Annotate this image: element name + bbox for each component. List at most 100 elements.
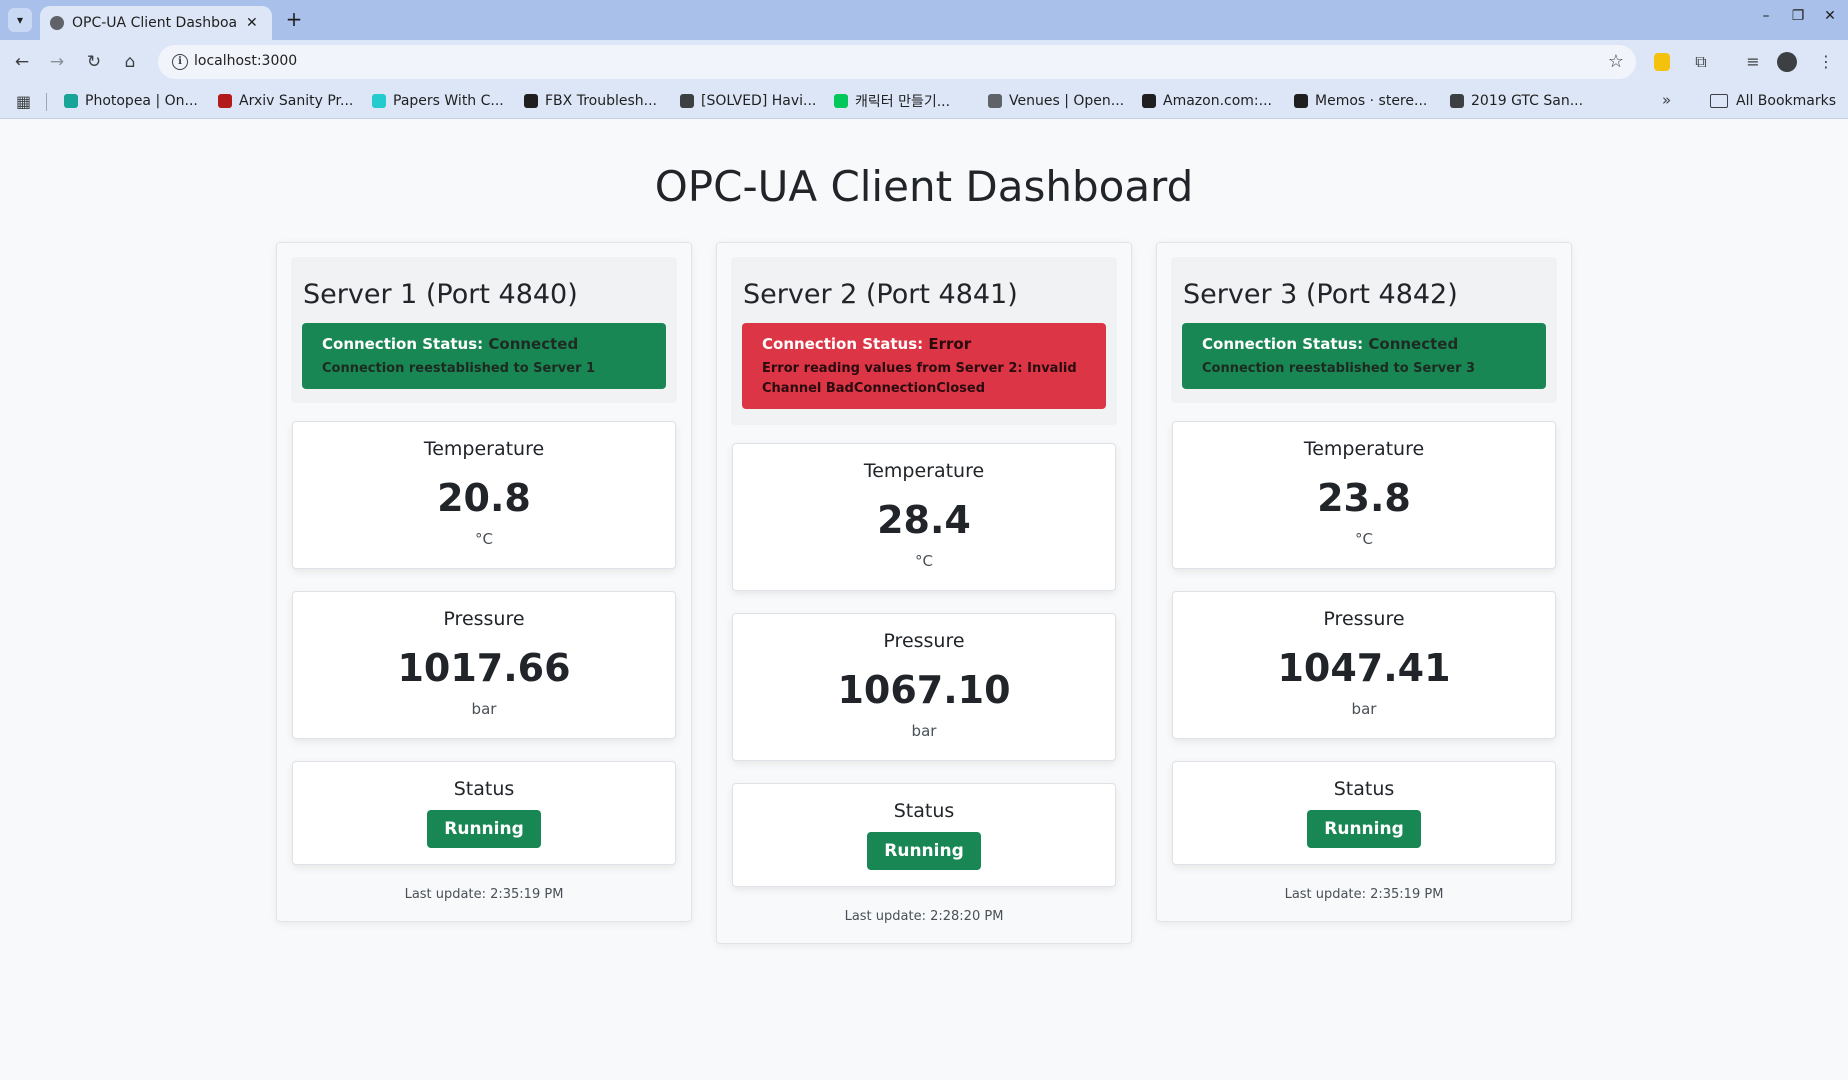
minimize-icon[interactable]: – xyxy=(1754,8,1778,24)
browser-tab[interactable]: OPC-UA Client Dashboard ✕ xyxy=(40,6,272,40)
autodesk-icon xyxy=(524,94,538,108)
status-badge: Running xyxy=(867,832,981,870)
bookmark-label: Photopea | On... xyxy=(85,93,198,109)
temperature-value: 28.4 xyxy=(877,498,971,542)
bookmark-label: 캐릭터 만들기... xyxy=(855,94,951,110)
bookmark-label: [SOLVED] Havi... xyxy=(701,93,817,109)
new-tab-button[interactable]: + xyxy=(282,8,306,32)
temperature-value: 23.8 xyxy=(1317,476,1411,520)
extension-icon[interactable] xyxy=(1654,53,1670,71)
bookmark-item[interactable]: Photopea | On... xyxy=(64,90,198,112)
server-panel-3: Server 3 (Port 4842) Connection Status: … xyxy=(1156,242,1572,922)
page-title: OPC-UA Client Dashboard xyxy=(654,162,1194,211)
profile-avatar[interactable] xyxy=(1777,52,1797,72)
server-header: Server 2 (Port 4841) Connection Status: … xyxy=(731,257,1117,425)
connection-alert: Connection Status: Error Error reading v… xyxy=(742,323,1106,409)
last-update: Last update: 2:35:19 PM xyxy=(1284,887,1444,902)
menu-icon[interactable]: ⋮ xyxy=(1815,51,1837,73)
bookmark-star-icon[interactable]: ☆ xyxy=(1608,51,1624,72)
bookmark-item[interactable]: Amazon.com:... xyxy=(1142,90,1272,112)
server-title: Server 2 (Port 4841) xyxy=(743,279,1018,310)
server-title: Server 3 (Port 4842) xyxy=(1183,279,1458,310)
bookmark-item[interactable]: Memos · stere... xyxy=(1294,90,1427,112)
bookmarks-divider xyxy=(46,93,47,111)
photopea-icon xyxy=(64,94,78,108)
status-label: Status xyxy=(1333,778,1395,800)
close-window-icon[interactable]: ✕ xyxy=(1818,8,1842,24)
temperature-value: 20.8 xyxy=(437,476,531,520)
status-label: Status xyxy=(893,800,955,822)
browser-titlebar: ▾ OPC-UA Client Dashboard ✕ + – ❐ ✕ xyxy=(0,0,1848,40)
bookmark-item[interactable]: 2019 GTC San... xyxy=(1450,90,1583,112)
amazon-icon xyxy=(1142,94,1156,108)
site-info-icon[interactable]: i xyxy=(172,54,188,70)
last-update: Last update: 2:28:20 PM xyxy=(844,909,1004,924)
bookmark-item[interactable]: Arxiv Sanity Pr... xyxy=(218,90,353,112)
bookmark-item[interactable]: [SOLVED] Havi... xyxy=(680,90,816,112)
bookmark-item[interactable]: 캐릭터 만들기... xyxy=(834,90,950,112)
bookmark-item[interactable]: Venues | Open... xyxy=(988,90,1124,112)
folder-icon xyxy=(1710,94,1728,108)
server-header: Server 3 (Port 4842) Connection Status: … xyxy=(1171,257,1557,403)
naver-icon xyxy=(834,94,848,108)
bookmarks-bar: ▦ Photopea | On... Arxiv Sanity Pr... Pape… xyxy=(0,84,1848,119)
connection-state: Connected xyxy=(1368,335,1459,353)
last-update: Last update: 2:35:19 PM xyxy=(404,887,564,902)
temperature-card: Temperature 23.8 °C xyxy=(1172,421,1556,569)
temperature-unit: °C xyxy=(1355,530,1373,548)
tab-search-button[interactable]: ▾ xyxy=(8,8,32,32)
all-bookmarks-button[interactable]: All Bookmarks xyxy=(1710,90,1836,112)
connection-state: Error xyxy=(928,335,972,353)
connection-state: Connected xyxy=(488,335,579,353)
bookmark-label: Memos · stere... xyxy=(1315,93,1428,109)
pressure-card: Pressure 1067.10 bar xyxy=(732,613,1116,761)
bookmark-label: 2019 GTC San... xyxy=(1471,93,1584,109)
bookmark-item[interactable]: FBX Troublesh... xyxy=(524,90,657,112)
bookmark-item[interactable]: Papers With C... xyxy=(372,90,504,112)
temperature-label: Temperature xyxy=(423,438,545,460)
temperature-unit: °C xyxy=(915,552,933,570)
chevron-down-icon: ▾ xyxy=(16,13,24,27)
close-icon[interactable]: ✕ xyxy=(246,15,258,31)
connection-message: Error reading values from Server 2: Inva… xyxy=(762,361,1077,396)
reload-icon[interactable]: ↻ xyxy=(82,50,106,74)
back-icon[interactable]: ← xyxy=(10,50,34,74)
temperature-unit: °C xyxy=(475,530,493,548)
address-bar[interactable]: i localhost:3000 ☆ xyxy=(158,45,1636,79)
temperature-label: Temperature xyxy=(1303,438,1425,460)
url-text[interactable]: localhost:3000 xyxy=(194,53,297,69)
bookmark-label: Papers With C... xyxy=(393,93,504,109)
globe-icon xyxy=(1450,94,1464,108)
pressure-value: 1017.66 xyxy=(397,646,571,690)
pressure-label: Pressure xyxy=(1323,608,1405,630)
status-badge: Running xyxy=(1307,810,1421,848)
pressure-unit: bar xyxy=(911,722,937,740)
pressure-value: 1047.41 xyxy=(1277,646,1451,690)
more-bookmarks-icon[interactable]: » xyxy=(1662,91,1671,109)
server-panel-2: Server 2 (Port 4841) Connection Status: … xyxy=(716,242,1132,944)
forum-icon xyxy=(680,94,694,108)
media-control-icon[interactable]: ≡ xyxy=(1742,51,1764,73)
restore-icon[interactable]: ❐ xyxy=(1786,8,1810,24)
puzzle-icon[interactable]: ⧉ xyxy=(1690,51,1712,73)
all-bookmarks-label: All Bookmarks xyxy=(1736,93,1837,109)
status-card: Status Running xyxy=(1172,761,1556,865)
status-badge: Running xyxy=(427,810,541,848)
connection-message: Connection reestablished to Server 3 xyxy=(1202,361,1476,376)
github-icon xyxy=(1294,94,1308,108)
temperature-card: Temperature 28.4 °C xyxy=(732,443,1116,591)
pressure-value: 1067.10 xyxy=(837,668,1011,712)
apps-grid-icon[interactable]: ▦ xyxy=(16,92,31,111)
paperswithcode-icon xyxy=(372,94,386,108)
connection-status-label: Connection Status: xyxy=(322,335,484,353)
pressure-label: Pressure xyxy=(443,608,525,630)
pressure-unit: bar xyxy=(1351,700,1377,718)
forward-icon[interactable]: → xyxy=(45,50,69,74)
status-label: Status xyxy=(453,778,515,800)
globe-icon xyxy=(50,16,64,30)
status-card: Status Running xyxy=(292,761,676,865)
pressure-card: Pressure 1017.66 bar xyxy=(292,591,676,739)
bookmark-label: FBX Troublesh... xyxy=(545,93,657,109)
home-icon[interactable]: ⌂ xyxy=(118,50,142,74)
pressure-label: Pressure xyxy=(883,630,965,652)
